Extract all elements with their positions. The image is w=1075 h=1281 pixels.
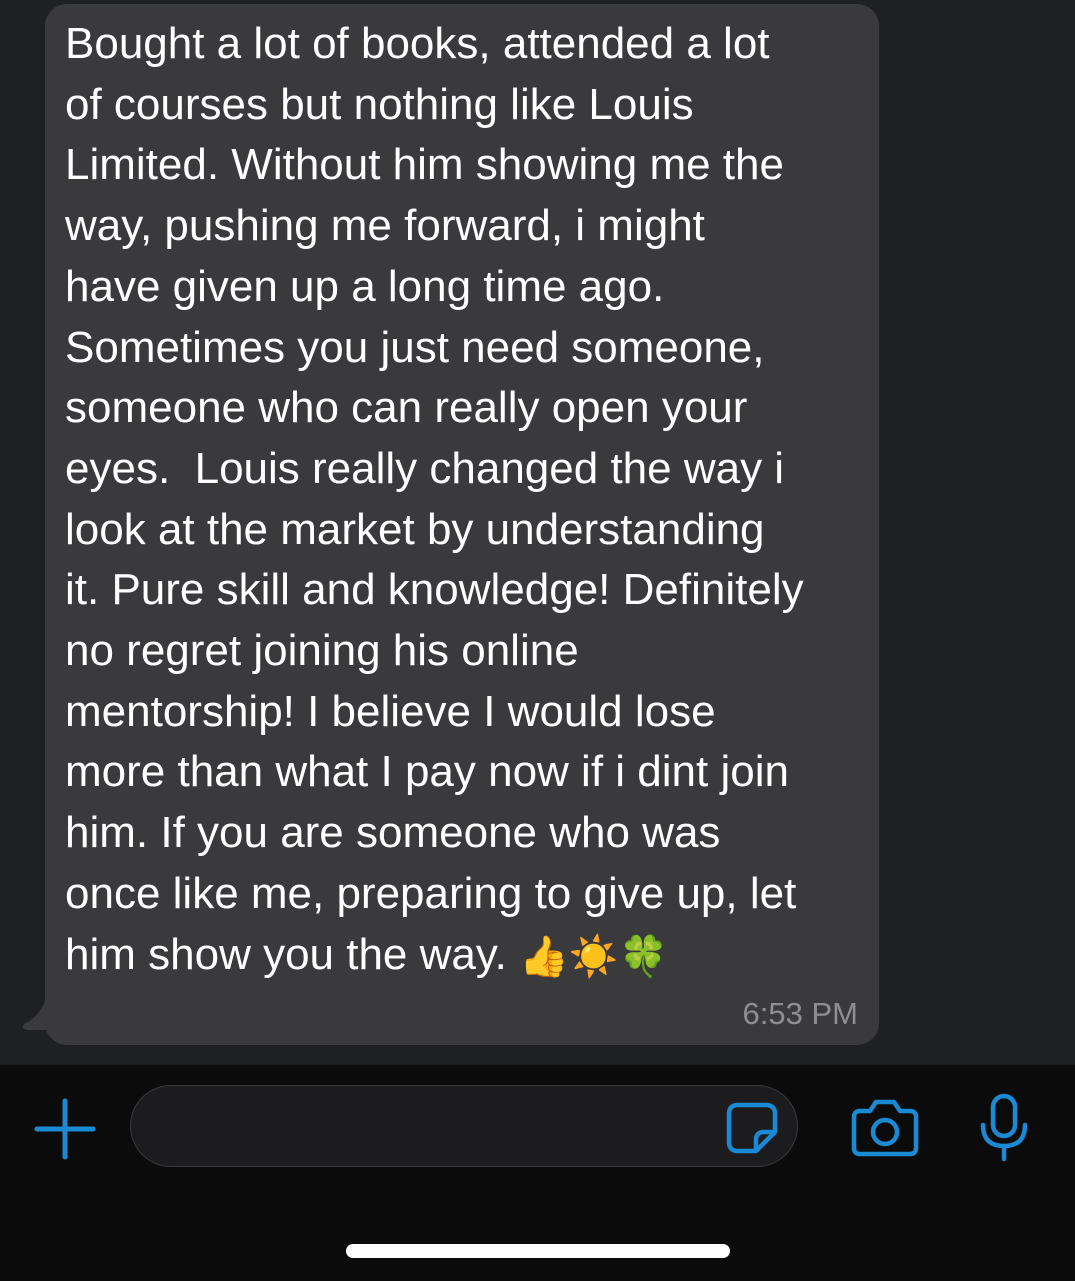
home-indicator — [346, 1244, 730, 1258]
sticker-button[interactable] — [724, 1100, 780, 1156]
plus-icon — [34, 1098, 96, 1160]
thumbs-up-emoji: 👍 — [519, 934, 569, 979]
sticker-icon — [726, 1102, 778, 1154]
microphone-icon — [980, 1093, 1028, 1162]
message-text: Bought a lot of books, attended a lot of… — [65, 19, 804, 979]
camera-button[interactable] — [850, 1097, 920, 1159]
message-timestamp: 6:53 PM — [742, 996, 858, 1031]
attach-button[interactable] — [34, 1098, 96, 1160]
sun-emoji: ☀️ — [568, 934, 619, 979]
voice-record-button[interactable] — [978, 1093, 1030, 1163]
four-leaf-clover-emoji: 🍀 — [618, 934, 669, 979]
message-input[interactable] — [130, 1085, 798, 1167]
chat-area: Bought a lot of books, attended a lot of… — [0, 0, 1075, 1064]
camera-icon — [851, 1099, 919, 1157]
